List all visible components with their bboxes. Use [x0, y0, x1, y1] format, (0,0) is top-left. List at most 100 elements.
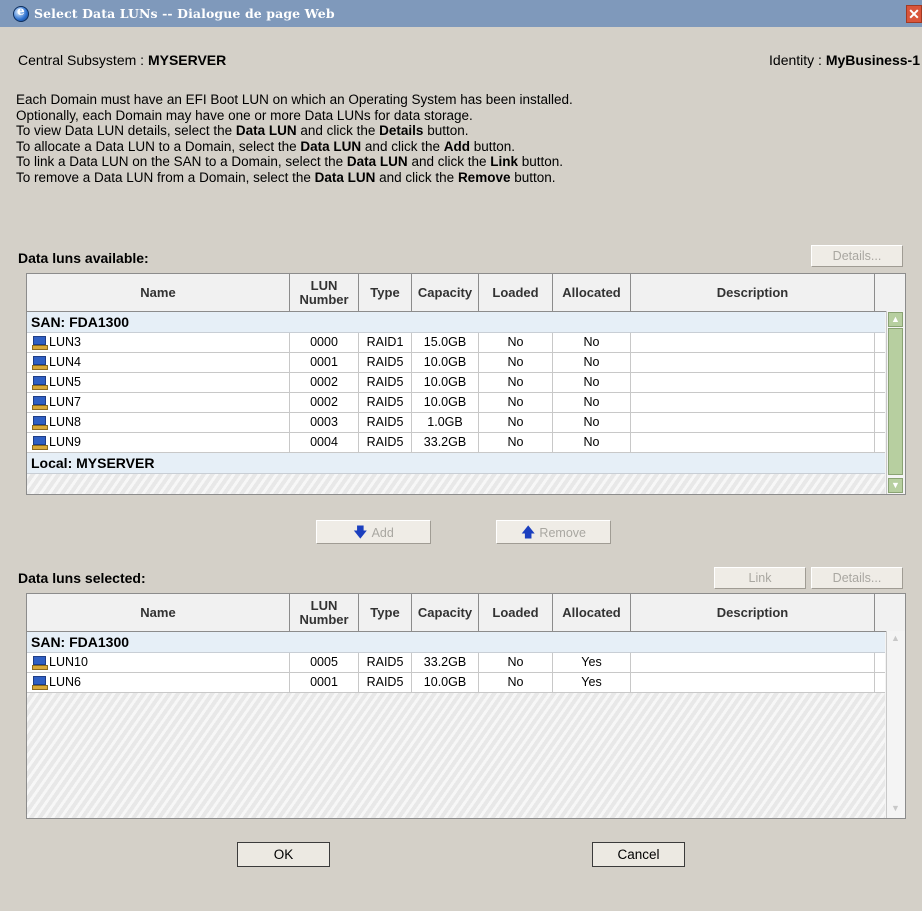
lun-name: LUN7 [49, 395, 81, 409]
column-header[interactable]: Type [359, 594, 412, 631]
instruction-line: Each Domain must have an EFI Boot LUN on… [16, 92, 896, 108]
title-bar[interactable]: Select Data LUNs -- Dialogue de page Web… [0, 0, 922, 27]
cell-type: RAID5 [359, 653, 412, 672]
table-row[interactable]: LUN5 0002 RAID5 10.0GB No No [27, 373, 885, 393]
cell-number: 0000 [290, 333, 359, 352]
add-label: Add [371, 526, 394, 540]
column-header[interactable]: Name [27, 274, 290, 311]
cell-type: RAID5 [359, 433, 412, 452]
scroll-up-arrow-icon[interactable]: ▲ [888, 632, 903, 647]
table-row[interactable]: LUN6 0001 RAID5 10.0GB No Yes [27, 673, 885, 693]
lun-name: LUN8 [49, 415, 81, 429]
instruction-text: button. [469, 138, 516, 154]
cell-loaded: No [479, 393, 553, 412]
cell-capacity: 10.0GB [412, 373, 479, 392]
instruction-text: and click the [407, 154, 491, 170]
instruction-text: Details [379, 123, 424, 139]
scroll-thumb[interactable] [888, 328, 903, 475]
available-luns-table: Name LUN Number Type Capacity Loaded Allocate… [26, 273, 906, 495]
cell-loaded: No [479, 653, 553, 672]
instruction-text: To link a Data LUN on the SAN to a Domai… [16, 154, 347, 170]
cell-number: 0003 [290, 413, 359, 432]
column-header[interactable]: Allocated [553, 594, 631, 631]
table-row[interactable]: LUN9 0004 RAID5 33.2GB No No [27, 433, 885, 453]
column-header[interactable]: Loaded [479, 274, 553, 311]
instruction-text: Data LUN [300, 138, 362, 154]
column-header[interactable]: Capacity [412, 594, 479, 631]
cell-number: 0004 [290, 433, 359, 452]
lun-disk-icon [32, 435, 48, 450]
column-header[interactable]: Description [631, 274, 875, 311]
cell-capacity: 33.2GB [412, 653, 479, 672]
lun-icon-base [32, 384, 48, 390]
cell-description [631, 433, 875, 452]
cell-description [631, 673, 875, 692]
scroll-up-arrow-icon[interactable]: ▲ [888, 312, 903, 327]
column-header[interactable]: Description [631, 594, 875, 631]
cell-type: RAID5 [359, 673, 412, 692]
scroll-down-arrow-icon[interactable]: ▼ [888, 478, 903, 493]
cell-loaded: No [479, 413, 553, 432]
lun-name: LUN6 [49, 675, 81, 689]
ok-button[interactable]: OK [237, 842, 330, 867]
instruction-line: To allocate a Data LUN to a Domain, sele… [16, 139, 896, 155]
scroll-down-arrow-icon[interactable]: ▼ [888, 802, 903, 817]
column-header[interactable]: Capacity [412, 274, 479, 311]
close-icon[interactable]: ✕ [906, 5, 922, 23]
add-button[interactable]: 🡇 Add [316, 520, 431, 544]
table-row[interactable]: LUN3 0000 RAID1 15.0GB No No [27, 333, 885, 353]
column-header[interactable]: LUN Number [290, 594, 359, 631]
lun-icon-base [32, 444, 48, 450]
remove-button[interactable]: 🡅 Remove [496, 520, 611, 544]
table-header: Name LUN Number Type Capacity Loaded Allocate… [27, 274, 905, 312]
ie-icon [13, 4, 29, 22]
table-row[interactable]: LUN7 0002 RAID5 10.0GB No No [27, 393, 885, 413]
lun-name: LUN5 [49, 375, 81, 389]
instruction-text: Data LUN [235, 123, 297, 139]
window-title: Select Data LUNs -- Dialogue de page Web [34, 6, 335, 21]
subsystem-label: Central Subsystem : [18, 52, 148, 68]
instruction-text: Remove [457, 169, 511, 185]
vertical-scrollbar[interactable]: ▲ ▼ [886, 311, 905, 494]
column-header[interactable]: Loaded [479, 594, 553, 631]
lun-icon-top [33, 415, 46, 425]
column-header[interactable]: Type [359, 274, 412, 311]
table-empty-area [27, 474, 885, 494]
instruction-text: button. [510, 169, 556, 185]
cell-number: 0001 [290, 673, 359, 692]
cell-name: LUN7 [27, 393, 290, 412]
cell-allocated: No [553, 373, 631, 392]
cell-capacity: 10.0GB [412, 673, 479, 692]
table-row[interactable]: LUN8 0003 RAID5 1.0GB No No [27, 413, 885, 433]
table-empty-area [27, 693, 885, 818]
group-row: SAN: FDA1300 [27, 632, 885, 653]
identity-label: Identity : [769, 52, 826, 68]
cell-type: RAID5 [359, 413, 412, 432]
cancel-button[interactable]: Cancel [592, 842, 685, 867]
selected-label: Data luns selected: [18, 570, 146, 586]
cell-capacity: 10.0GB [412, 393, 479, 412]
cell-name: LUN10 [27, 653, 290, 672]
table-row[interactable]: LUN4 0001 RAID5 10.0GB No No [27, 353, 885, 373]
column-header[interactable]: Name [27, 594, 290, 631]
column-header[interactable]: LUN Number [290, 274, 359, 311]
cell-loaded: No [479, 353, 553, 372]
cell-number: 0005 [290, 653, 359, 672]
column-header[interactable]: Allocated [553, 274, 631, 311]
cell-loaded: No [479, 333, 553, 352]
lun-icon-base [32, 424, 48, 430]
vertical-scrollbar[interactable]: ▲ ▼ [886, 631, 905, 818]
available-details-button[interactable]: Details... [811, 245, 903, 267]
arrow-down-icon: 🡇 [353, 524, 368, 540]
table-row[interactable]: LUN10 0005 RAID5 33.2GB No Yes [27, 653, 885, 673]
link-button[interactable]: Link [714, 567, 806, 589]
lun-icon-top [33, 375, 46, 385]
selected-details-button[interactable]: Details... [811, 567, 903, 589]
cell-number: 0002 [290, 393, 359, 412]
cell-name: LUN5 [27, 373, 290, 392]
lun-icon-top [33, 355, 46, 365]
cell-description [631, 393, 875, 412]
cell-allocated: Yes [553, 653, 631, 672]
lun-disk-icon [32, 375, 48, 390]
cell-type: RAID1 [359, 333, 412, 352]
